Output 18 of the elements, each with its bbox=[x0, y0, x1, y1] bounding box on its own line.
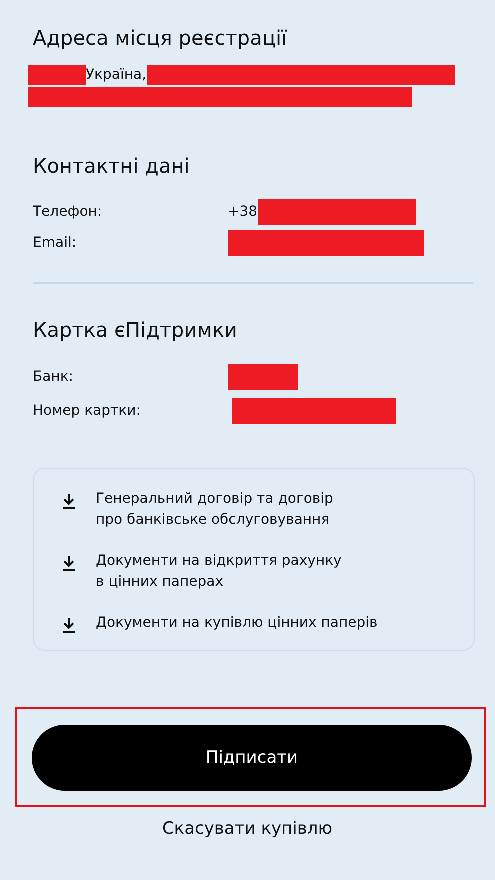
address-text: Україна, bbox=[86, 67, 147, 83]
redaction-block bbox=[28, 65, 86, 85]
section-title: Контактні дані bbox=[33, 153, 191, 180]
document-link[interactable]: Документи на купівлю цінних паперів bbox=[96, 613, 378, 634]
field-value: +38 bbox=[228, 204, 258, 220]
cancel-link[interactable]: Скасувати купівлю bbox=[162, 819, 333, 839]
sign-button[interactable]: Підписати bbox=[32, 725, 472, 791]
download-icon[interactable] bbox=[62, 493, 76, 509]
document-link[interactable]: Документи на відкриття рахунку в цінних паперах bbox=[96, 551, 342, 593]
download-icon[interactable] bbox=[62, 555, 76, 571]
document-link[interactable]: Генеральний договір та договір про банківське обслуговування bbox=[96, 489, 334, 531]
field-label: Номер картки: bbox=[33, 403, 142, 419]
field-label: Телефон: bbox=[33, 204, 104, 220]
section-title: Картка єПідтримки bbox=[33, 317, 238, 344]
section-title: Адреса місця реєстрації bbox=[33, 25, 288, 52]
field-label: Email: bbox=[33, 234, 78, 250]
field-label: Банк: bbox=[33, 369, 75, 385]
download-icon[interactable] bbox=[62, 617, 76, 633]
